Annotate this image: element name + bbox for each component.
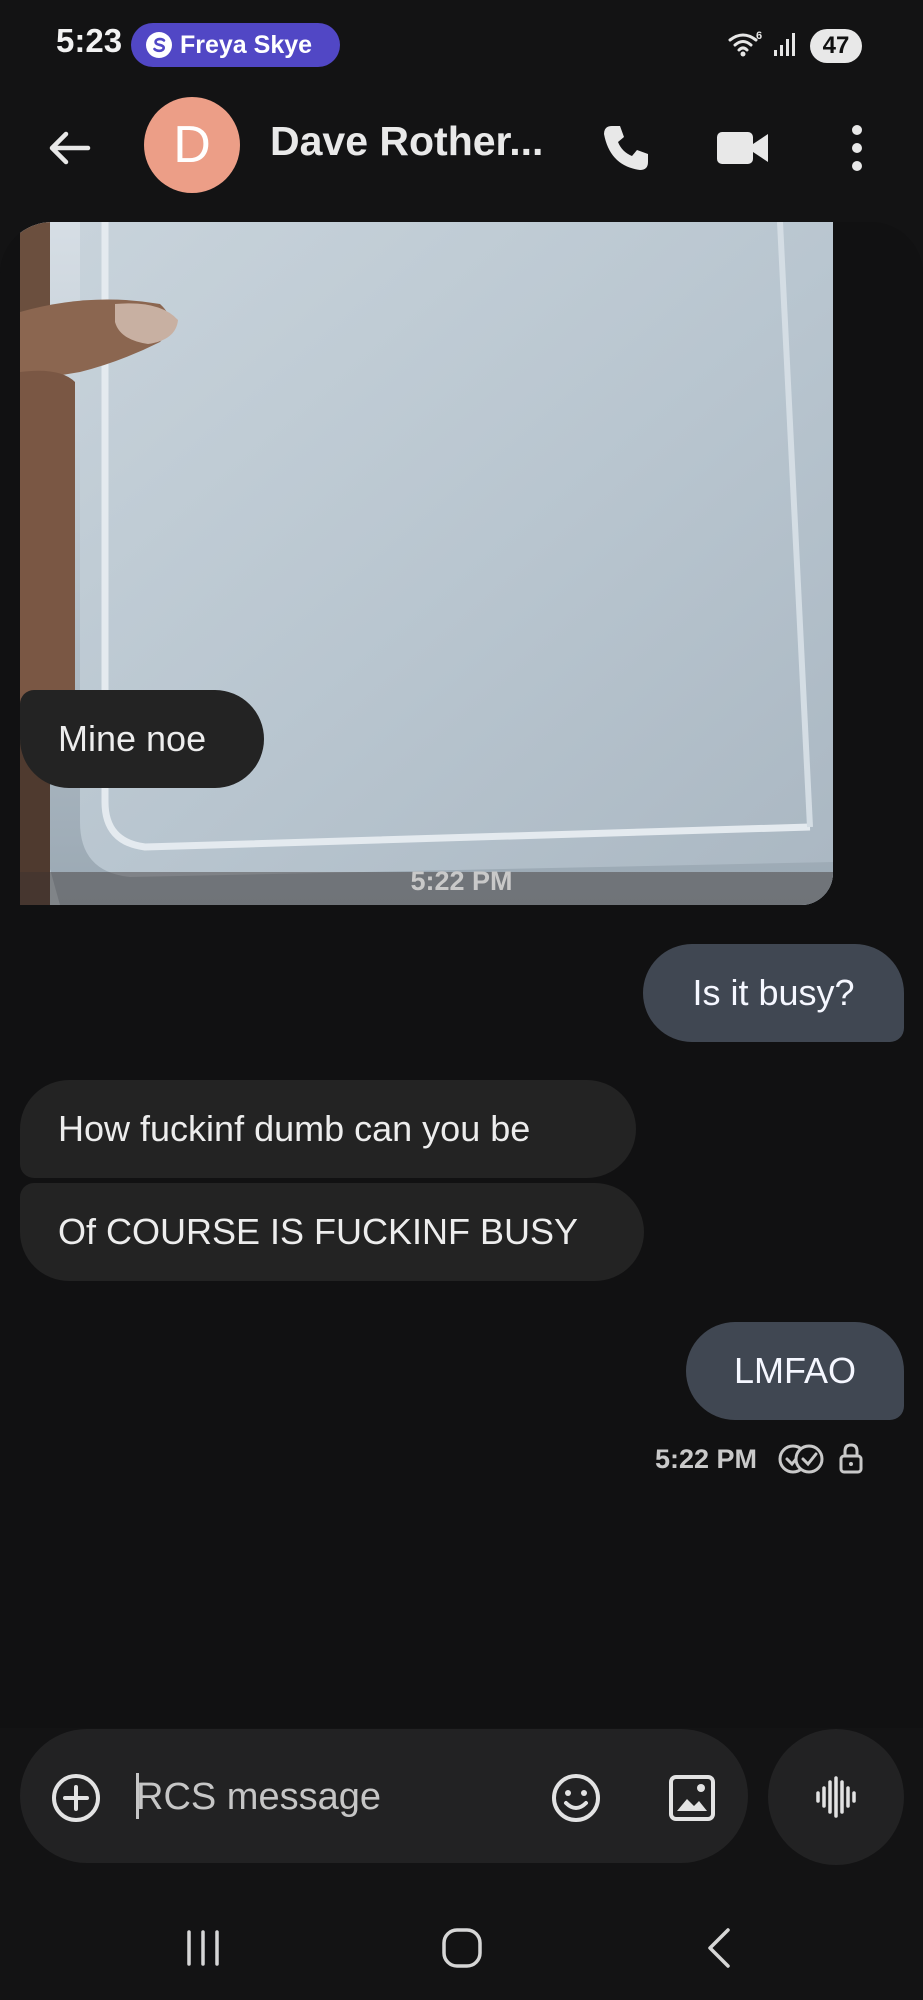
contact-name[interactable]: Dave Rother...	[270, 118, 543, 165]
status-time: 5:23	[56, 22, 123, 59]
back-arrow-icon[interactable]	[40, 118, 100, 178]
recent-apps-icon[interactable]	[183, 1928, 223, 1968]
lock-icon	[839, 1443, 863, 1474]
back-icon[interactable]	[700, 1926, 740, 1970]
photo-image	[20, 222, 833, 905]
outgoing-message[interactable]: Is it busy?	[643, 944, 904, 1042]
message-input[interactable]	[136, 1760, 396, 1834]
read-receipt-icon	[778, 1444, 824, 1474]
notification-pill-text: Freya Skye	[180, 30, 313, 59]
text-caret	[136, 1773, 139, 1819]
contact-avatar[interactable]: D	[144, 97, 240, 193]
photo-message[interactable]	[20, 222, 833, 905]
voice-waveform-icon	[816, 1776, 856, 1818]
app-s-icon	[146, 32, 172, 58]
outgoing-message[interactable]: LMFAO	[686, 1322, 904, 1420]
incoming-message[interactable]: Of COURSE IS FUCKINF BUSY	[20, 1183, 644, 1281]
incoming-message[interactable]: How fuckinf dumb can you be	[20, 1080, 636, 1178]
cell-signal-icon	[774, 33, 795, 56]
phone-icon[interactable]	[596, 118, 656, 178]
gallery-icon[interactable]	[665, 1771, 719, 1825]
home-icon[interactable]	[440, 1926, 484, 1970]
svg-text:6: 6	[756, 30, 762, 42]
add-circle-icon[interactable]	[50, 1772, 102, 1824]
more-vert-icon[interactable]	[840, 118, 874, 178]
voice-message-button[interactable]	[768, 1729, 904, 1865]
video-camera-icon[interactable]	[712, 118, 772, 178]
message-timestamp: 5:22 PM	[410, 866, 513, 896]
notification-pill[interactable]: Freya Skye	[131, 23, 340, 67]
emoji-icon[interactable]	[549, 1771, 603, 1825]
wifi-icon: 6	[728, 30, 762, 57]
battery-indicator: 47	[810, 29, 862, 63]
message-status-time: 5:22 PM	[655, 1444, 758, 1474]
incoming-message[interactable]: Mine noe	[20, 690, 264, 788]
